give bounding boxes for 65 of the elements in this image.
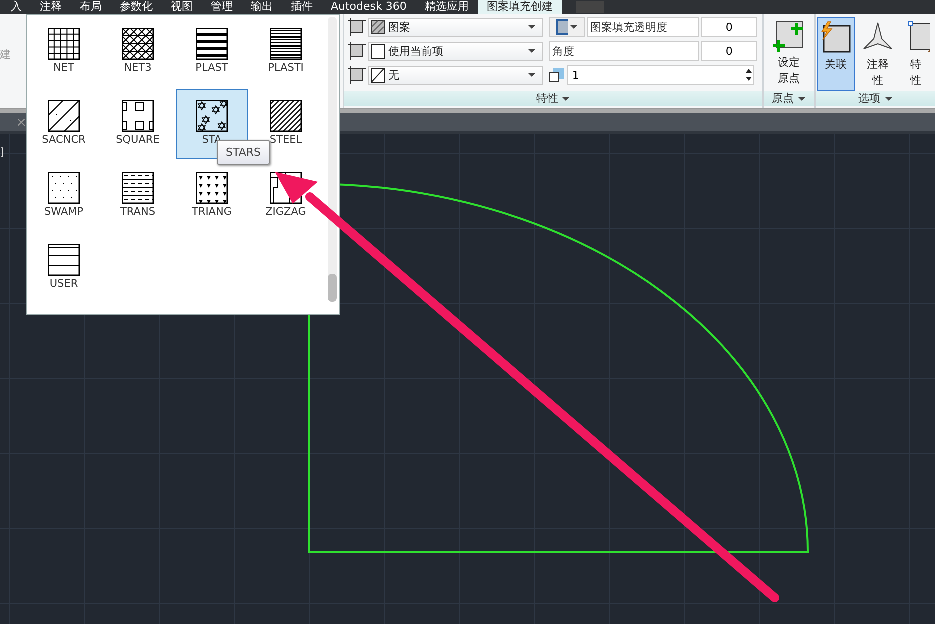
hatch-pattern-icon (270, 100, 302, 132)
panel-title: 选项 (858, 91, 880, 106)
spinner-arrows-icon[interactable] (745, 67, 754, 83)
hatch-pattern-icon (122, 172, 154, 204)
hatch-pattern-icon (122, 28, 154, 60)
transparency-label: 图案填充透明度 (587, 17, 700, 37)
pattern-item[interactable]: SWAMP (28, 161, 100, 231)
option-button[interactable]: 关联 (817, 17, 855, 91)
hatch-swatch-icon (371, 20, 386, 34)
hatch-pattern-icon (196, 172, 228, 204)
panel-label: 建 (0, 46, 12, 62)
no-fill-swatch-icon (371, 68, 386, 82)
ribbon-tab[interactable]: 精选应用 (416, 0, 478, 14)
tooltip: STARS (217, 140, 270, 165)
ribbon-tab[interactable]: 输出 (242, 0, 282, 14)
ribbon-tab[interactable]: 视图 (162, 0, 202, 14)
angle-field[interactable]: 0 (701, 41, 758, 61)
hatch-icon (348, 18, 366, 36)
pattern-item[interactable]: USER (28, 233, 100, 303)
hatch-icon (348, 66, 366, 84)
pattern-item[interactable]: NET (28, 17, 100, 87)
viewport-label: ] (0, 146, 4, 159)
hatch-swatch-icon (556, 19, 568, 35)
hatch-pattern-icon (270, 28, 302, 60)
hatch-pattern-icon (196, 28, 228, 60)
ribbon-tab[interactable]: 插件 (282, 0, 322, 14)
scrollbar[interactable] (328, 17, 337, 302)
background-color-dropdown[interactable]: 无 (368, 66, 544, 84)
set-origin-button[interactable]: 设定原点 (770, 17, 808, 91)
lightning-frame-icon (819, 20, 853, 54)
hatch-pattern-icon (48, 28, 80, 60)
color-swatch-icon (371, 44, 386, 58)
transparency-field[interactable]: 0 (701, 17, 758, 37)
close-icon[interactable] (18, 118, 25, 126)
hatch-pattern-icon (48, 172, 80, 204)
pattern-item[interactable]: PLAST (176, 17, 248, 87)
ribbon-tab[interactable]: 管理 (202, 0, 242, 14)
pattern-item[interactable]: SACNCR (28, 89, 100, 159)
match-properties-icon (908, 20, 930, 54)
origin-icon (773, 20, 806, 52)
panel-title: 特性 (536, 91, 558, 106)
pattern-type-dropdown[interactable]: 图案 (368, 18, 544, 36)
hatch-pattern-icon (122, 100, 154, 132)
pattern-item[interactable]: NET3 (102, 17, 174, 87)
fill-color-button[interactable] (549, 17, 586, 37)
scale-field[interactable]: 1 (567, 65, 754, 85)
ribbon-tab[interactable]: 注释 (31, 0, 71, 14)
hatch-icon (348, 42, 366, 60)
ribbon-tab[interactable]: 入 (2, 0, 31, 14)
ribbon-tab[interactable]: Autodesk 360 (322, 0, 416, 14)
ribbon-tab[interactable]: 布局 (71, 0, 111, 14)
pattern-item[interactable]: TRANS (102, 161, 174, 231)
pattern-item[interactable]: SQUARE (102, 89, 174, 159)
angle-label: 角度 (549, 41, 700, 61)
hatch-pattern-icon (48, 244, 80, 276)
color-dropdown[interactable]: 使用当前项 (368, 42, 544, 60)
ribbon-tab[interactable]: 参数化 (111, 0, 162, 14)
option-button[interactable]: 注释性 (859, 17, 897, 91)
pattern-item[interactable]: PLASTI (250, 17, 322, 87)
option-button[interactable]: 特性 (901, 17, 931, 91)
scale-icon (549, 67, 566, 83)
hatch-pattern-icon (48, 100, 80, 132)
ribbon-tab[interactable]: 图案填充创建 (478, 0, 562, 14)
panel-title: 原点 (772, 91, 794, 106)
hatch-pattern-icon (196, 100, 228, 132)
